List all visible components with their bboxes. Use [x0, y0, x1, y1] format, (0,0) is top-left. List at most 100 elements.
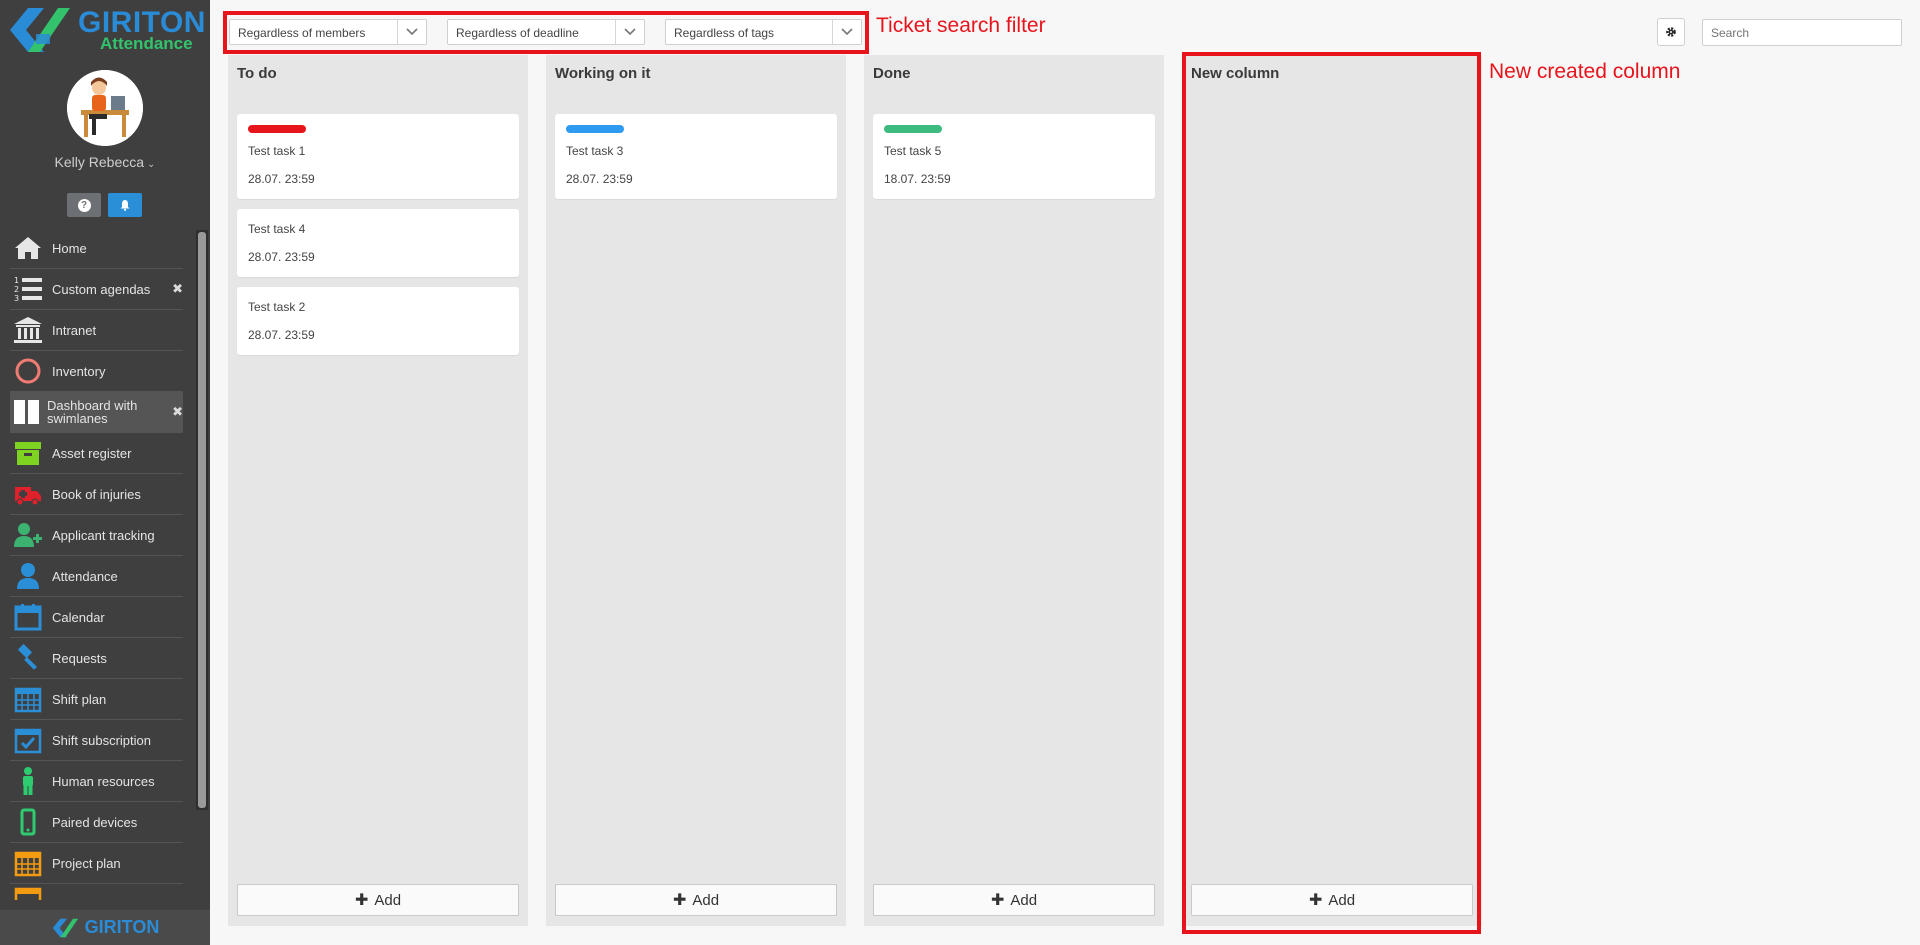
sidebar-item-label: Shift subscription: [52, 732, 151, 748]
new-column-annotation-label: New created column: [1489, 60, 1681, 83]
sidebar-item-label: Asset register: [52, 445, 132, 461]
sidebar: GIRITON Attendance Kelly Rebecca ⌄ ? Hom…: [0, 0, 210, 945]
task-card[interactable]: Test task 2 28.07. 23:59: [237, 287, 519, 355]
sidebar-item-label: Dashboard with swimlanes: [47, 398, 138, 426]
task-title: Test task 2: [248, 300, 306, 314]
sidebar-item-attendance[interactable]: Attendance: [10, 556, 183, 597]
board-column: Working on it Test task 3 28.07. 23:59 ✚…: [546, 55, 846, 926]
sidebar-item-home[interactable]: Home: [10, 228, 183, 269]
add-card-button[interactable]: ✚ Add: [555, 884, 837, 916]
add-user-icon: [14, 523, 42, 547]
avatar-illustration-icon: [67, 70, 143, 146]
task-card[interactable]: Test task 5 18.07. 23:59: [873, 114, 1155, 199]
add-card-button[interactable]: ✚ Add: [873, 884, 1155, 916]
task-deadline: 28.07. 23:59: [566, 172, 633, 186]
sidebar-item-shift-plan[interactable]: Shift plan: [10, 679, 183, 720]
sidebar-item-label: Requests: [52, 650, 107, 666]
task-title: Test task 4: [248, 222, 306, 236]
sidebar-item-label: Paired devices: [52, 814, 138, 830]
sidebar-item-paired-devices[interactable]: Paired devices: [10, 802, 183, 843]
calendar-check-icon: [14, 728, 42, 754]
bank-icon: [14, 317, 42, 343]
sidebar-item-shift-subscription[interactable]: Shift subscription: [10, 720, 183, 761]
footer-brand: GIRITON: [84, 917, 160, 937]
notifications-button[interactable]: [108, 193, 142, 217]
board-column: To do Test task 1 28.07. 23:59 Test task…: [228, 55, 528, 926]
archive-box-icon: [15, 442, 41, 465]
help-button[interactable]: ?: [67, 193, 101, 217]
task-deadline: 28.07. 23:59: [248, 172, 315, 186]
tag-color-bar: [248, 125, 306, 133]
giriton-logo-icon: [52, 918, 78, 937]
gavel-icon: [17, 643, 37, 670]
tag-color-bar: [884, 125, 942, 133]
sidebar-item-custom-agendas[interactable]: 1 2 3 Custom agendas ✖: [10, 269, 183, 310]
add-button-label: Add: [692, 891, 720, 909]
task-card[interactable]: Test task 1 28.07. 23:59: [237, 114, 519, 199]
question-icon: ?: [77, 198, 91, 212]
add-card-button[interactable]: ✚ Add: [237, 884, 519, 916]
scrollbar-thumb[interactable]: [198, 232, 206, 808]
task-card[interactable]: Test task 4 28.07. 23:59: [237, 209, 519, 277]
sidebar-item-label: Shift plan: [52, 691, 107, 707]
user-icon: [17, 563, 39, 589]
gear-icon: [1666, 27, 1676, 37]
calendar-grid-icon: [14, 851, 42, 877]
plus-icon: ✚: [672, 892, 687, 909]
svg-text:3: 3: [14, 294, 19, 303]
sidebar-item-label: Applicant tracking: [52, 527, 155, 543]
calendar-icon: [14, 604, 42, 631]
sidebar-item-inventory[interactable]: Inventory: [10, 351, 183, 392]
settings-button[interactable]: [1657, 18, 1685, 46]
task-title: Test task 3: [566, 144, 624, 158]
tag-color-bar: [566, 125, 624, 133]
circle-icon: [15, 358, 41, 384]
sidebar-item-calendar[interactable]: Calendar: [10, 597, 183, 638]
sidebar-nav: Home 1 2 3 Custom agendas ✖ Intranet Inv…: [10, 228, 183, 900]
app-logo[interactable]: GIRITON Attendance: [0, 0, 210, 58]
avatar[interactable]: [67, 70, 143, 146]
sidebar-scrollbar[interactable]: [196, 230, 208, 810]
numbered-list-icon: 1 2 3: [14, 276, 42, 303]
svg-text:1: 1: [14, 276, 19, 285]
new-column-annotation-box: [1182, 52, 1481, 934]
add-button-label: Add: [374, 891, 402, 909]
home-icon: [15, 237, 41, 259]
sidebar-item-label: Inventory: [52, 363, 106, 379]
sidebar-item-applicant-tracking[interactable]: Applicant tracking: [10, 515, 183, 556]
sidebar-item-asset-register[interactable]: Asset register: [10, 433, 183, 474]
sidebar-item-intranet[interactable]: Intranet: [10, 310, 183, 351]
sidebar-footer: GIRITON: [0, 910, 210, 945]
calendar-grid-icon: [14, 687, 42, 713]
sidebar-item-book-of-injuries[interactable]: Book of injuries: [10, 474, 183, 515]
sidebar-item-requests[interactable]: Requests: [10, 638, 183, 679]
sidebar-item-partial[interactable]: [10, 884, 183, 900]
column-title: To do: [237, 65, 277, 82]
close-icon[interactable]: ✖: [172, 281, 183, 297]
sidebar-item-label: Human resources: [52, 773, 155, 789]
filter-annotation-box: [223, 11, 869, 54]
sidebar-item-dashboard-with-swimlanes[interactable]: Dashboard with swimlanes ✖: [10, 392, 183, 433]
ambulance-icon: [15, 487, 41, 506]
task-deadline: 28.07. 23:59: [248, 328, 315, 342]
task-card[interactable]: Test task 3 28.07. 23:59: [555, 114, 837, 199]
column-title: Done: [873, 65, 911, 82]
search-input[interactable]: [1702, 19, 1902, 46]
sidebar-item-label: Attendance: [52, 568, 118, 584]
task-title: Test task 5: [884, 144, 942, 158]
task-deadline: 28.07. 23:59: [248, 250, 315, 264]
calendar-grid-icon: [14, 887, 42, 900]
close-icon[interactable]: ✖: [172, 404, 183, 420]
sidebar-item-human-resources[interactable]: Human resources: [10, 761, 183, 802]
sidebar-item-label: Home: [52, 240, 87, 256]
sidebar-item-label: Intranet: [52, 322, 97, 338]
column-title: Working on it: [555, 65, 651, 82]
user-menu[interactable]: Kelly Rebecca ⌄: [0, 154, 210, 170]
sidebar-item-label: Calendar: [52, 609, 105, 625]
board-column: Done Test task 5 18.07. 23:59 ✚ Add: [864, 55, 1164, 926]
plus-icon: ✚: [354, 892, 369, 909]
giriton-logo-icon: [10, 8, 70, 52]
sidebar-item-label: Book of injuries: [52, 486, 141, 502]
sidebar-item-label: Custom agendas: [52, 281, 151, 297]
sidebar-item-project-plan[interactable]: Project plan: [10, 843, 183, 884]
